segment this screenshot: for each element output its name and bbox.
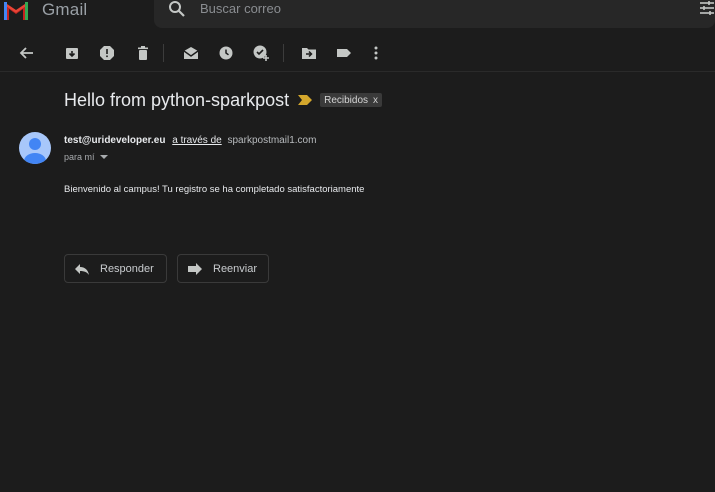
email-subject: Hello from python-sparkpost [64,90,290,110]
reply-icon [75,263,89,275]
remove-label-icon[interactable]: x [373,95,378,106]
back-button[interactable] [17,43,37,63]
message-toolbar [0,34,715,72]
gmail-m-logo-icon [4,2,28,20]
mark-unread-button[interactable] [181,43,201,63]
avatar-person-icon [24,138,46,164]
sender-line: test@urideveloper.eu a través de sparkpo… [64,135,316,146]
forward-button[interactable]: Reenviar [177,254,269,283]
sender-email[interactable]: test@urideveloper.eu [64,135,165,146]
labels-icon [337,49,351,57]
reply-label: Responder [100,262,154,275]
recipient-text: para mí [64,152,95,162]
snooze-button[interactable] [216,43,236,63]
labels-button[interactable] [334,43,354,63]
top-bar: Gmail Buscar correo [0,0,715,28]
forward-icon [188,262,202,275]
mark-unread-icon [183,47,199,59]
more-options-button[interactable] [366,43,386,63]
subject-row: Hello from python-sparkpost Recibidos x [64,89,383,111]
search-bar[interactable]: Buscar correo [154,0,715,28]
archive-icon [66,48,78,59]
archive-button[interactable] [62,43,82,63]
toolbar-divider [163,44,164,62]
search-icon[interactable] [168,0,186,18]
more-vert-icon [374,46,378,60]
via-link[interactable]: a través de [172,135,221,146]
back-arrow-icon [19,47,33,59]
snooze-icon [219,46,233,60]
forward-label: Reenviar [213,262,258,275]
report-spam-icon [100,46,114,60]
label-chip-text[interactable]: Recibidos [324,95,368,106]
sender-avatar[interactable] [19,132,51,164]
report-spam-button[interactable] [97,43,117,63]
gmail-logo[interactable]: Gmail [2,0,87,20]
search-input[interactable]: Buscar correo [200,1,281,16]
label-chip-inbox[interactable]: Recibidos x [320,93,383,107]
delete-button[interactable] [133,43,153,63]
tune-icon[interactable] [699,0,715,16]
importance-marker-icon[interactable] [298,95,313,105]
add-to-tasks-icon [253,45,269,61]
move-to-icon [302,48,316,59]
add-to-tasks-button[interactable] [251,43,271,63]
recipient-details[interactable]: para mí [64,152,108,162]
email-body: Bienvenido al campus! Tu registro se ha … [64,184,365,195]
chevron-down-icon[interactable] [99,154,108,160]
app-name: Gmail [42,0,88,19]
reply-button[interactable]: Responder [64,254,167,283]
toolbar-divider [283,44,284,62]
via-domain: sparkpostmail1.com [227,135,317,146]
move-to-button[interactable] [299,43,319,63]
delete-icon [138,46,148,60]
